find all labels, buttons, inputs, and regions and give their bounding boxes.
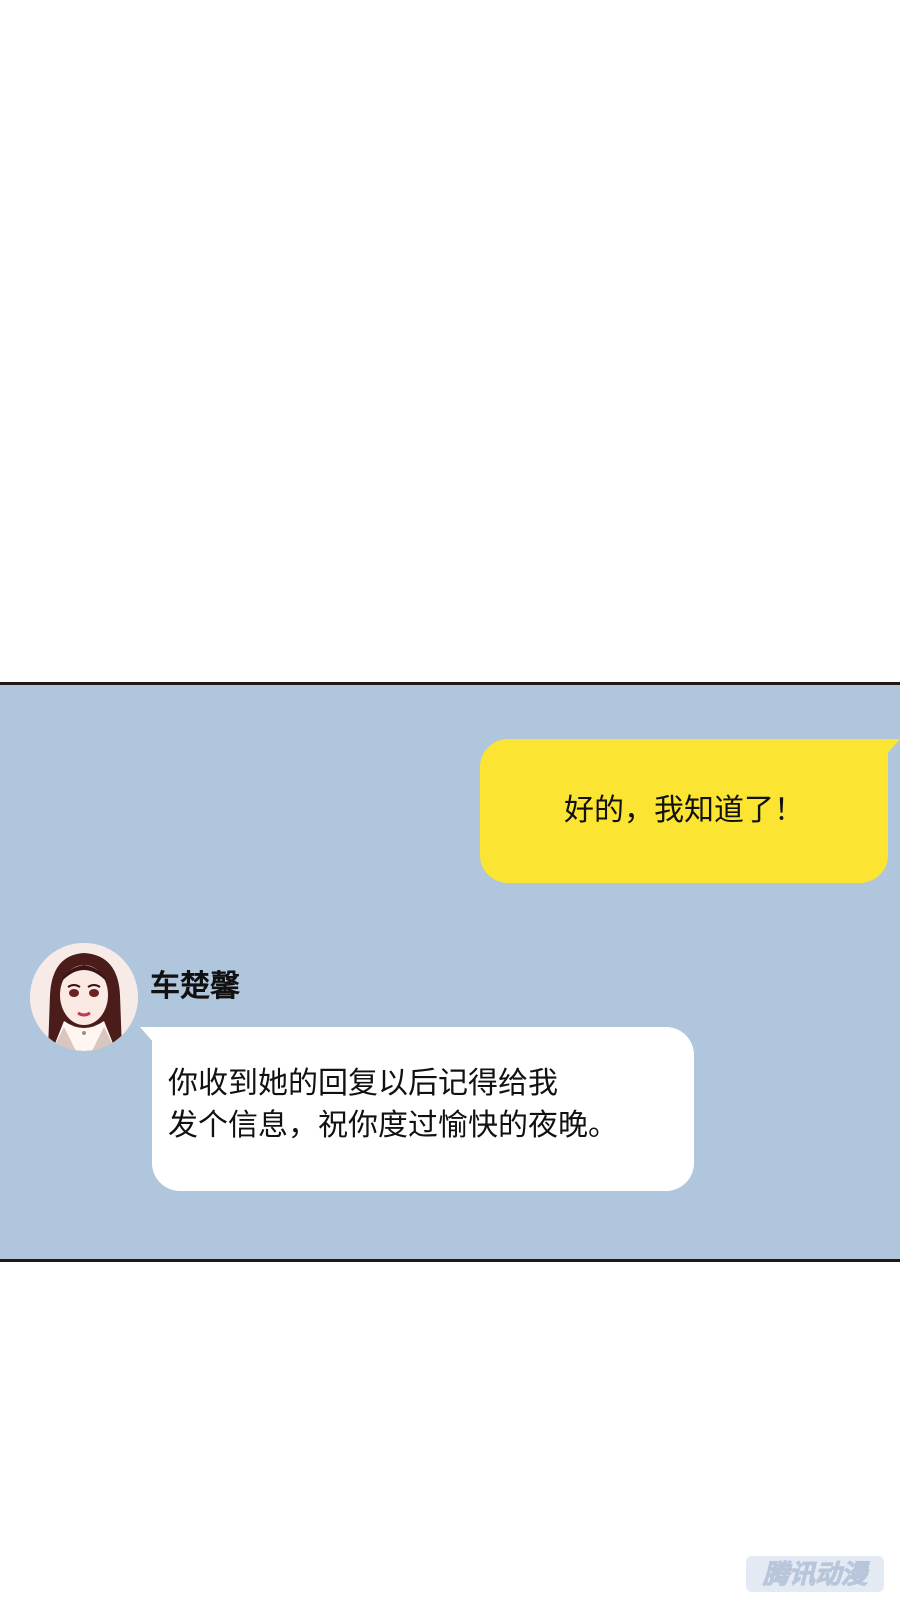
outgoing-message-text: 好的，我知道了！ bbox=[564, 793, 804, 828]
watermark-logo: 腾讯动漫 bbox=[746, 1556, 884, 1592]
incoming-message-line-2: 发个信息，祝你度过愉快的夜晚。 bbox=[168, 1108, 618, 1143]
outgoing-message-bubble: 好的，我知道了！ bbox=[480, 739, 900, 883]
chat-panel: 好的，我知道了！ 车楚馨 你收到她的回复以后记得给我 发个信息，祝你度过愉快的夜… bbox=[0, 682, 900, 1262]
sender-avatar[interactable] bbox=[30, 943, 138, 1051]
incoming-message-line-1: 你收到她的回复以后记得给我 bbox=[168, 1066, 558, 1101]
sender-name: 车楚馨 bbox=[150, 969, 240, 1004]
outgoing-bubble-tail bbox=[886, 739, 900, 755]
watermark-text: 腾讯动漫 bbox=[762, 1560, 870, 1590]
incoming-message-bubble: 你收到她的回复以后记得给我 发个信息，祝你度过愉快的夜晚。 bbox=[140, 1027, 694, 1191]
incoming-bubble-tail bbox=[140, 1027, 154, 1043]
avatar-portrait-icon bbox=[30, 943, 138, 1051]
